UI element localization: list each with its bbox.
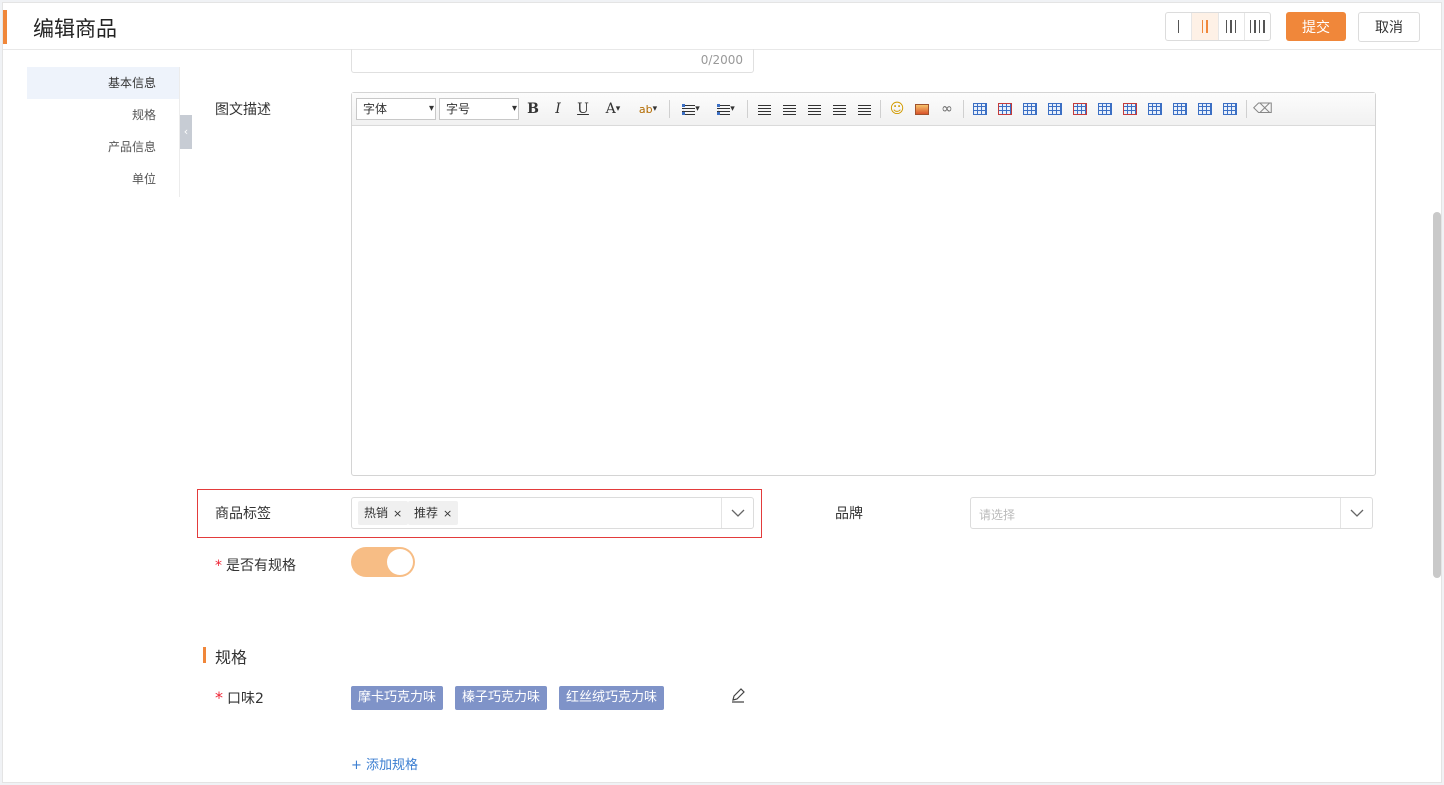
tag-chip: 热销 × — [358, 501, 409, 525]
nav-item-product-info[interactable]: 产品信息 — [27, 131, 180, 163]
italic-icon[interactable]: I — [547, 98, 569, 120]
align-justify-icon[interactable] — [853, 98, 875, 120]
chevron-left-icon: ‹ — [183, 125, 189, 138]
edit-pencil-icon[interactable] — [730, 687, 746, 703]
tags-label: 商品标签 — [215, 506, 271, 522]
table-props-icon[interactable] — [1194, 98, 1216, 120]
chevron-down-icon[interactable] — [721, 498, 753, 528]
editor-toolbar: 字体 字号 B I U A▾ ab▾ ▾ ▾ ☺ ∞ — [352, 93, 1375, 126]
align-right-icon[interactable] — [828, 98, 850, 120]
delete-table-icon[interactable] — [994, 98, 1016, 120]
remove-tag-icon[interactable]: × — [443, 507, 452, 520]
split-cells-icon[interactable] — [1169, 98, 1191, 120]
font-color-icon[interactable]: A ▾ — [597, 98, 629, 120]
has-spec-toggle[interactable] — [351, 547, 415, 577]
brand-placeholder: 请选择 — [979, 508, 1016, 522]
font-size-select[interactable]: 字号 — [439, 98, 519, 120]
rich-text-editor: 字体 字号 B I U A▾ ab▾ ▾ ▾ ☺ ∞ — [351, 92, 1376, 476]
spec-section-title: 规格 — [215, 648, 248, 667]
indent-icon[interactable] — [753, 98, 775, 120]
spec-value-tag: 红丝绒巧克力味 — [559, 686, 665, 710]
tags-multiselect[interactable]: 热销 × 推荐 × — [351, 497, 754, 529]
column-layout-switcher — [1165, 12, 1271, 41]
insert-table-icon[interactable] — [969, 98, 991, 120]
align-left-icon[interactable] — [778, 98, 800, 120]
page-title: 编辑商品 — [33, 17, 117, 41]
section-accent-bar — [203, 647, 206, 663]
emoji-icon[interactable]: ☺ — [886, 98, 908, 120]
two-column-icon — [1201, 20, 1208, 33]
layout-1-column-button[interactable] — [1166, 13, 1193, 40]
section-nav: 基本信息 规格 产品信息 单位 — [27, 67, 180, 195]
submit-button[interactable]: 提交 — [1286, 12, 1346, 41]
image-icon[interactable] — [911, 98, 933, 120]
insert-column-icon[interactable] — [1094, 98, 1116, 120]
three-column-icon — [1225, 20, 1237, 33]
brand-label: 品牌 — [835, 506, 863, 522]
cancel-button[interactable]: 取消 — [1358, 12, 1420, 42]
eraser-icon[interactable]: ⌫ — [1252, 98, 1274, 120]
bold-icon[interactable]: B — [522, 98, 544, 120]
spec-name-label: * 口味2 — [215, 688, 264, 707]
align-center-icon[interactable] — [803, 98, 825, 120]
four-column-icon — [1249, 20, 1265, 33]
tag-chip: 推荐 × — [408, 501, 459, 525]
has-spec-label: * 是否有规格 — [215, 558, 296, 574]
required-mark: * — [215, 688, 223, 707]
add-spec-link[interactable]: + 添加规格 — [351, 754, 418, 773]
unordered-list-icon[interactable]: ▾ — [710, 98, 742, 120]
delete-column-icon[interactable] — [1119, 98, 1141, 120]
required-mark: * — [215, 558, 222, 574]
spec-value-tag: 榛子巧克力味 — [455, 686, 548, 710]
editor-content-area[interactable] — [352, 126, 1375, 475]
collapse-nav-handle[interactable]: ‹ — [180, 115, 192, 149]
font-family-select[interactable]: 字体 — [356, 98, 436, 120]
char-counter: 0/2000 — [700, 53, 743, 67]
spec-value-tag: 摩卡巧克力味 — [351, 686, 444, 710]
app-window: 编辑商品 提交 取消 基本信息 规格 产品信息 单位 ‹ 0/2000 图文描述… — [2, 2, 1442, 783]
underline-icon[interactable]: U — [572, 98, 594, 120]
header-accent-bar — [3, 10, 7, 44]
chevron-down-icon[interactable] — [1340, 498, 1372, 528]
page-scrollbar[interactable] — [1433, 212, 1441, 578]
highlight-color-icon[interactable]: ab ▾ — [632, 98, 664, 120]
cell-props-icon[interactable] — [1219, 98, 1241, 120]
page-header: 编辑商品 提交 取消 — [3, 3, 1441, 50]
layout-2-column-button[interactable] — [1192, 13, 1219, 40]
delete-row-icon[interactable] — [1069, 98, 1091, 120]
layout-3-column-button[interactable] — [1219, 13, 1245, 40]
rich-desc-label: 图文描述 — [215, 102, 271, 118]
table-caption-icon[interactable] — [1019, 98, 1041, 120]
brand-select[interactable]: 请选择 — [970, 497, 1373, 529]
ordered-list-icon[interactable]: ▾ — [675, 98, 707, 120]
textarea-tail[interactable]: 0/2000 — [351, 49, 754, 73]
merge-cells-icon[interactable] — [1144, 98, 1166, 120]
insert-row-icon[interactable] — [1044, 98, 1066, 120]
link-icon[interactable]: ∞ — [936, 98, 958, 120]
one-column-icon — [1177, 20, 1180, 33]
nav-item-basic-info[interactable]: 基本信息 — [27, 67, 180, 99]
nav-item-unit[interactable]: 单位 — [27, 163, 180, 195]
toggle-knob — [387, 549, 413, 575]
remove-tag-icon[interactable]: × — [393, 507, 402, 520]
layout-4-column-button[interactable] — [1245, 13, 1270, 40]
nav-item-spec[interactable]: 规格 — [27, 99, 180, 131]
